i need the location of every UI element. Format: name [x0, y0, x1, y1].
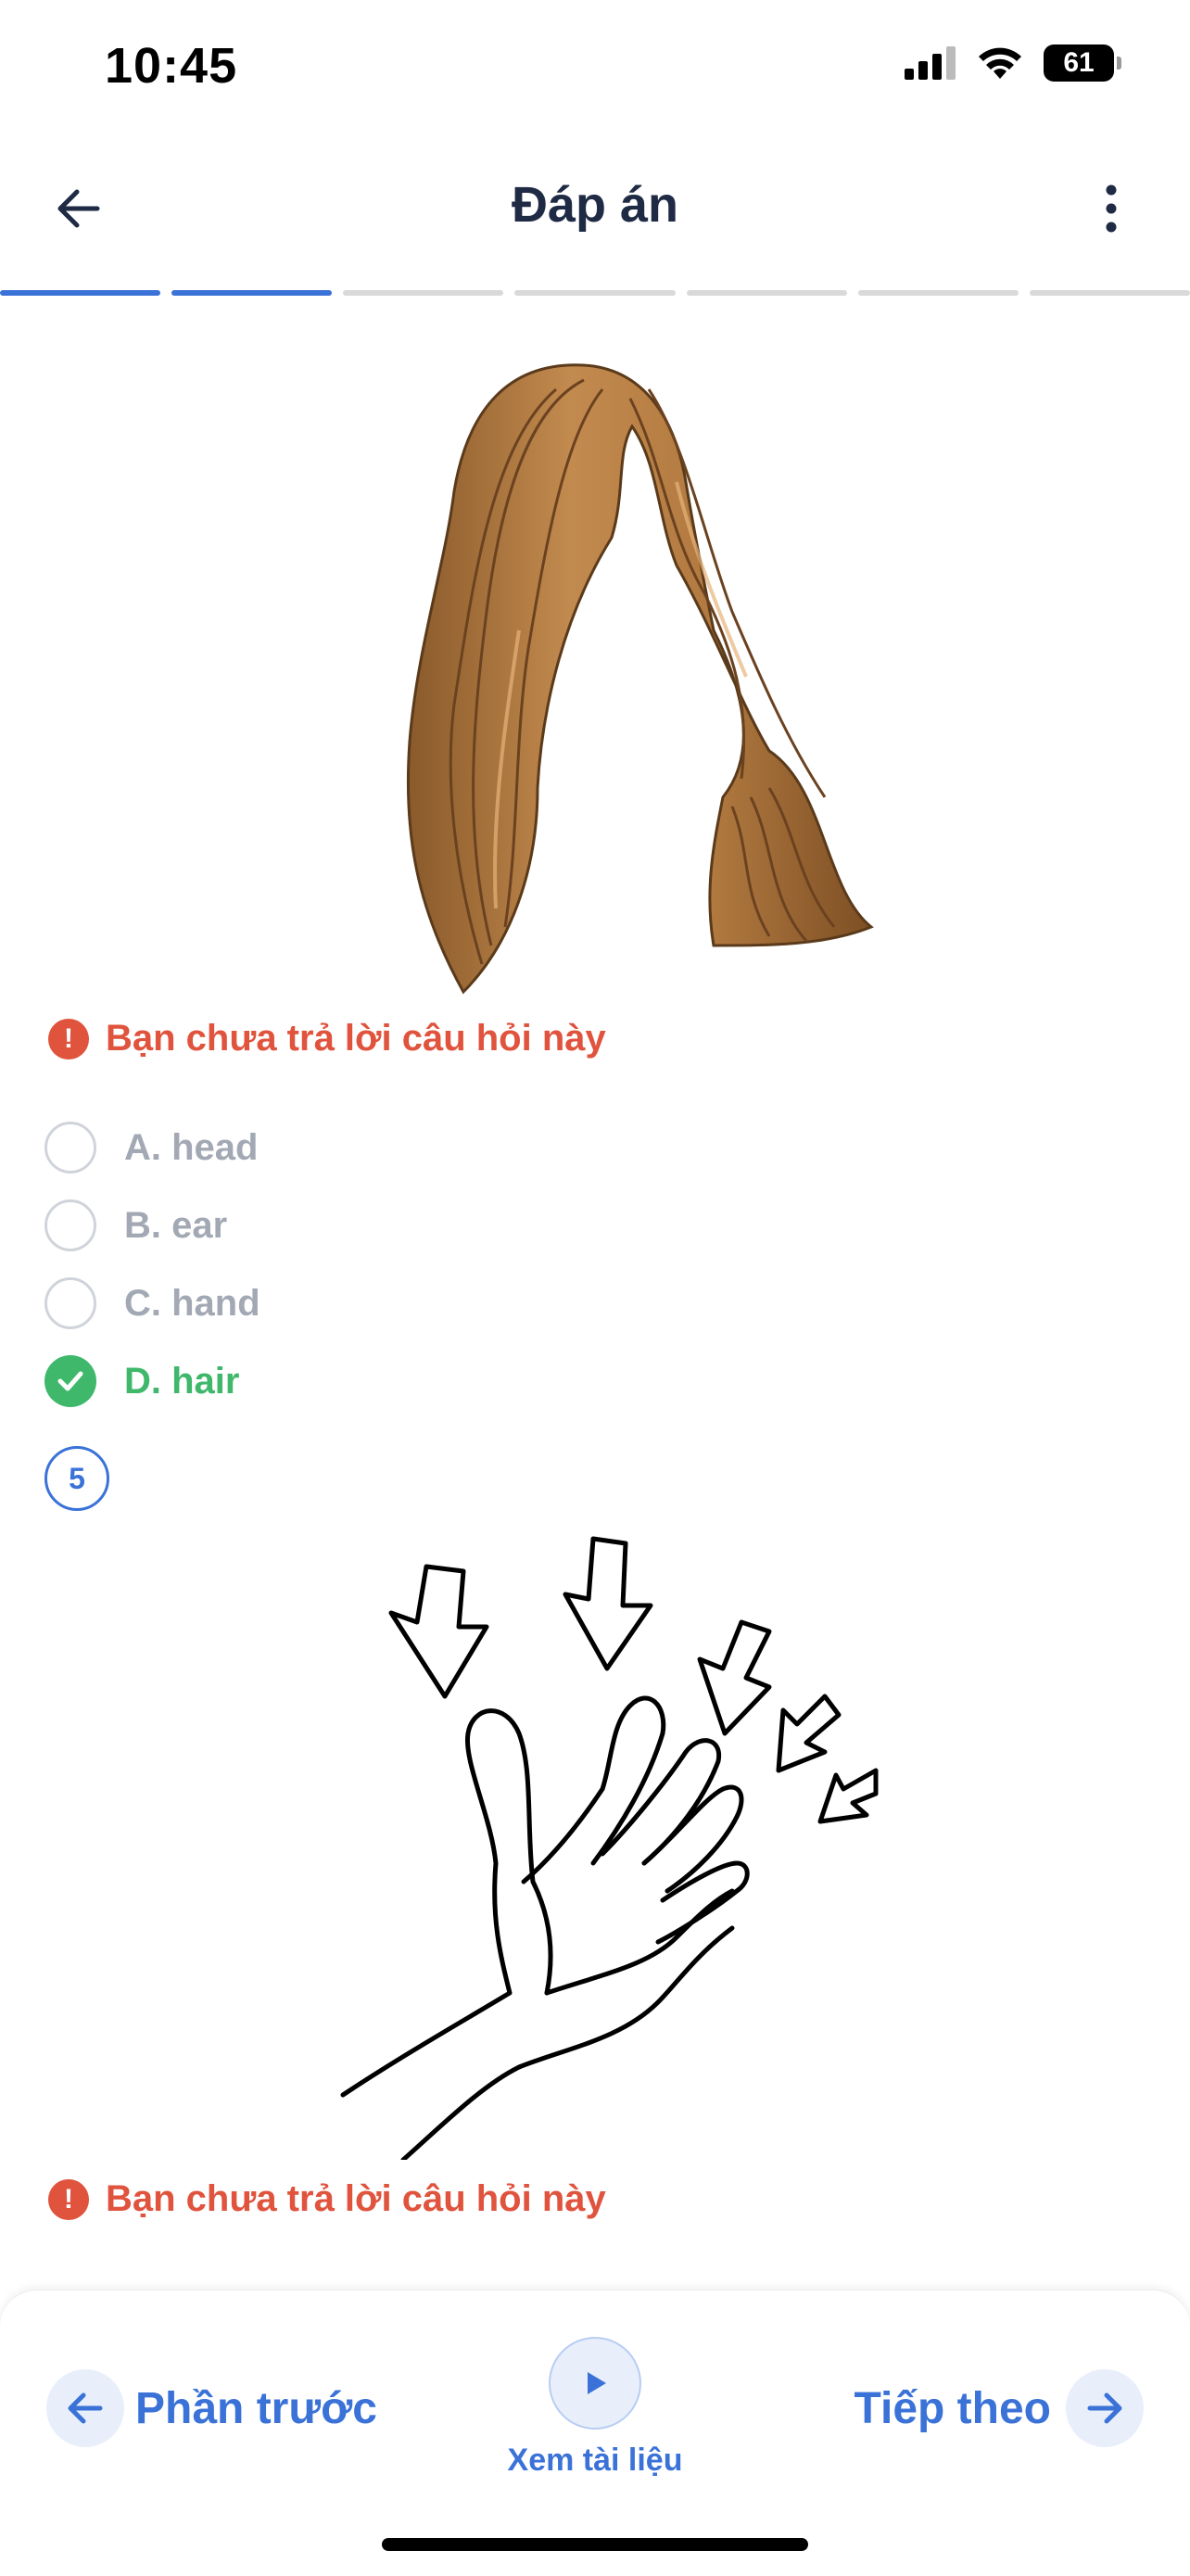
- view-documents-button[interactable]: Xem tài liệu: [482, 2337, 708, 2479]
- hand-fingers-image: [340, 1536, 879, 2160]
- status-time: 10:45: [105, 38, 238, 94]
- progress-segment: [514, 290, 676, 296]
- progress-segment: [343, 290, 504, 296]
- option-label: B. ear: [124, 1204, 228, 1246]
- arrow-right-icon: [1066, 2369, 1144, 2447]
- next-button[interactable]: Tiếp theo: [855, 2369, 1144, 2447]
- more-vertical-icon: [1106, 184, 1117, 233]
- option-label: C. hand: [124, 1282, 260, 1324]
- option-a[interactable]: A. head: [44, 1109, 260, 1186]
- question-progress: [0, 290, 1190, 296]
- progress-segment: [686, 290, 847, 296]
- home-indicator[interactable]: [382, 2538, 808, 2551]
- alert-icon: !: [48, 2178, 89, 2220]
- option-label-correct: D. hair: [124, 1360, 240, 1402]
- previous-label: Phần trước: [135, 2383, 377, 2433]
- progress-segment: [1029, 290, 1190, 296]
- unanswered-warning: ! Bạn chưa trả lời câu hỏi này: [48, 1018, 606, 1060]
- view-documents-label: Xem tài liệu: [507, 2443, 683, 2478]
- unanswered-warning: ! Bạn chưa trả lời câu hỏi này: [48, 2178, 606, 2220]
- option-label: A. head: [124, 1126, 259, 1168]
- option-c[interactable]: C. hand: [44, 1264, 260, 1342]
- battery-level: 61: [1063, 47, 1095, 78]
- page-title: Đáp án: [511, 177, 679, 233]
- radio-unselected-icon: [44, 1122, 96, 1174]
- signal-icon: [905, 46, 956, 80]
- wifi-icon: [979, 47, 1021, 79]
- play-icon: [549, 2337, 641, 2430]
- hair-image: [406, 363, 874, 995]
- question-number-badge: 5: [44, 1446, 109, 1511]
- warning-text: Bạn chưa trả lời câu hỏi này: [106, 2178, 606, 2219]
- more-options-button[interactable]: [1088, 176, 1134, 241]
- previous-section-button[interactable]: Phần trước: [46, 2369, 377, 2447]
- option-d[interactable]: D. hair: [44, 1342, 260, 1420]
- radio-unselected-icon: [44, 1277, 96, 1329]
- progress-segment: [857, 290, 1019, 296]
- status-bar: 10:45 61: [0, 0, 1190, 130]
- bottom-navigation: Phần trước Xem tài liệu Tiếp theo: [0, 2290, 1190, 2576]
- alert-icon: !: [48, 1018, 89, 1060]
- answer-options: A. head B. ear C. hand D. hair: [44, 1109, 260, 1420]
- next-label: Tiếp theo: [854, 2383, 1051, 2433]
- status-icons: 61: [905, 44, 1121, 82]
- arrow-left-icon: [46, 2369, 124, 2447]
- progress-segment-done: [0, 290, 161, 296]
- check-circle-icon: [44, 1355, 96, 1407]
- progress-segment-done: [171, 290, 333, 296]
- battery-icon: 61: [1044, 44, 1121, 82]
- option-b[interactable]: B. ear: [44, 1186, 260, 1264]
- header: Đáp án: [0, 148, 1190, 269]
- radio-unselected-icon: [44, 1199, 96, 1251]
- warning-text: Bạn chưa trả lời câu hỏi này: [106, 1018, 606, 1059]
